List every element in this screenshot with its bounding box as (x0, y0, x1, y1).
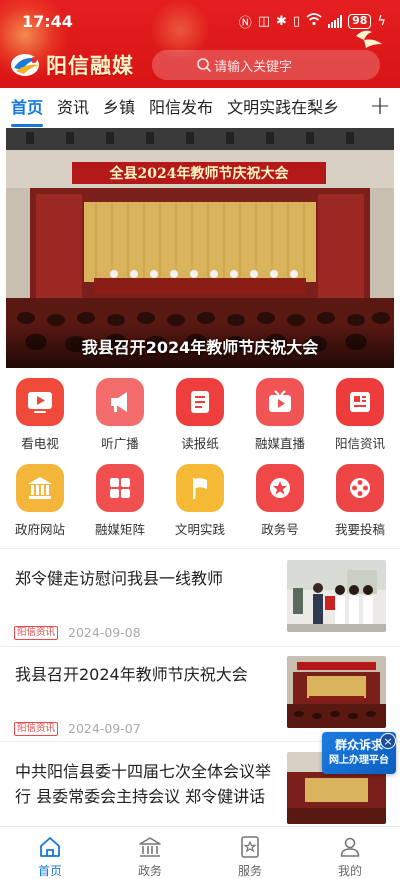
grid-item-watch-tv[interactable]: 看电视 (0, 376, 80, 462)
service-star-icon (241, 836, 259, 858)
app-logo: 阳信融媒 (10, 50, 134, 80)
grid-item-media-matrix[interactable]: 融媒矩阵 (80, 462, 160, 548)
grid-item-yangxin-news[interactable]: 阳信资讯 (320, 376, 400, 462)
news-meta: 阳信资讯 2024-09-08 (14, 625, 141, 640)
section-divider (0, 548, 400, 549)
feature-grid: 看电视 听广播 读报纸 融媒直播 阳信资讯 政府网站 融媒矩阵 文明实践 政务号… (0, 376, 400, 548)
search-icon (197, 58, 212, 73)
news-date: 2024-09-07 (68, 721, 141, 736)
nav-profile[interactable]: 我的 (300, 827, 400, 879)
nav-home[interactable]: 首页 (0, 827, 100, 879)
news-date: 2024-09-08 (68, 625, 141, 640)
matrix-grid-icon (96, 464, 144, 512)
star-badge-icon (256, 464, 304, 512)
grid-item-live[interactable]: 融媒直播 (240, 376, 320, 462)
news-title: 我县召开2024年教师节庆祝大会 (15, 665, 248, 684)
tab-home[interactable]: 首页 (11, 94, 44, 127)
film-reel-icon (336, 464, 384, 512)
tab-civilization-practice[interactable]: 文明实践在梨乡 (227, 94, 339, 120)
source-tag: 阳信资讯 (14, 721, 59, 736)
news-title: 郑令健走访慰问我县一线教师 (15, 569, 224, 588)
bluetooth-icon: ✱ (276, 14, 287, 29)
news-title: 中共阳信县委十四届七次全体会议举行 县委常委会主持会议 郑令健讲话 (15, 762, 272, 806)
nav-label: 我的 (337, 864, 362, 878)
grid-label: 阳信资讯 (334, 436, 385, 451)
nav-label: 政务 (137, 864, 162, 878)
profile-icon (340, 837, 360, 857)
logo-mark-icon (11, 54, 40, 76)
app-header: 17:44 Ⓝ ◫ ✱ ▯ 98 ϟ 阳信融媒 请输入关键字 (0, 0, 400, 88)
live-tv-icon (256, 378, 304, 426)
grid-item-newspaper[interactable]: 读报纸 (160, 376, 240, 462)
grid-label: 看电视 (21, 436, 59, 451)
banner-caption: 我县召开2024年教师节庆祝大会 (81, 338, 319, 357)
flag-icon (176, 464, 224, 512)
search-placeholder: 请输入关键字 (214, 59, 293, 75)
bird-decoration-icon (356, 30, 382, 48)
grid-label: 政务号 (261, 522, 299, 537)
news-meta: 阳信资讯 2024-09-07 (14, 721, 141, 736)
grid-label: 听广播 (101, 436, 139, 451)
wifi-icon (306, 13, 322, 30)
nav-government[interactable]: 政务 (100, 827, 200, 879)
nav-label: 服务 (237, 864, 262, 878)
home-icon (40, 837, 60, 857)
grid-item-gov-accounts[interactable]: 政务号 (240, 462, 320, 548)
tab-towns[interactable]: 乡镇 (103, 94, 135, 120)
nav-service[interactable]: 服务 (200, 827, 300, 879)
banner-image: 全县2024年教师节庆祝大会 (6, 128, 394, 368)
government-icon (139, 837, 161, 857)
nfc-icon: Ⓝ (238, 16, 252, 31)
close-icon[interactable]: × (380, 733, 396, 749)
status-time: 17:44 (22, 12, 73, 31)
tab-yangxin-release[interactable]: 阳信发布 (149, 94, 213, 120)
banner-slogan: 全县2024年教师节庆祝大会 (109, 165, 290, 182)
grid-label: 融媒矩阵 (94, 522, 145, 537)
news-doc-icon (336, 378, 384, 426)
tabs-fade (334, 88, 364, 126)
ad-line-2: 网上办理平台 (329, 755, 389, 766)
grid-item-submit[interactable]: 我要投稿 (320, 462, 400, 548)
grid-label: 读报纸 (181, 436, 219, 451)
megaphone-icon (96, 378, 144, 426)
news-thumbnail (287, 560, 386, 632)
news-item[interactable]: 郑令健走访慰问我县一线教师 阳信资讯 2024-09-08 (0, 550, 400, 646)
bottom-nav: 首页 政务 服务 我的 (0, 826, 400, 879)
grid-item-civilization-practice[interactable]: 文明实践 (160, 462, 240, 548)
source-tag: 阳信资讯 (14, 625, 59, 640)
logo-text: 阳信融媒 (46, 53, 134, 78)
grid-label: 我要投稿 (334, 522, 385, 537)
featured-banner[interactable]: 全县2024年教师节庆祝大会 我县召开2024年教师节庆祝大会 (6, 128, 394, 368)
vibrate-icon: ▯ (292, 14, 301, 29)
tv-play-icon (16, 378, 64, 426)
newspaper-icon (176, 378, 224, 426)
grid-label: 融媒直播 (254, 436, 305, 451)
tab-news[interactable]: 资讯 (57, 94, 89, 120)
news-thumbnail (287, 656, 386, 728)
grid-item-government-website[interactable]: 政府网站 (0, 462, 80, 548)
nav-label: 首页 (37, 864, 62, 878)
news-item[interactable]: 我县召开2024年教师节庆祝大会 阳信资讯 2024-09-07 (0, 647, 400, 741)
government-building-icon (16, 464, 64, 512)
mute-icon: ◫ (257, 14, 271, 29)
grid-label: 文明实践 (174, 522, 225, 537)
grid-label: 政府网站 (14, 522, 65, 537)
grid-item-radio[interactable]: 听广播 (80, 376, 160, 462)
add-tab-button[interactable]: + (366, 92, 394, 120)
